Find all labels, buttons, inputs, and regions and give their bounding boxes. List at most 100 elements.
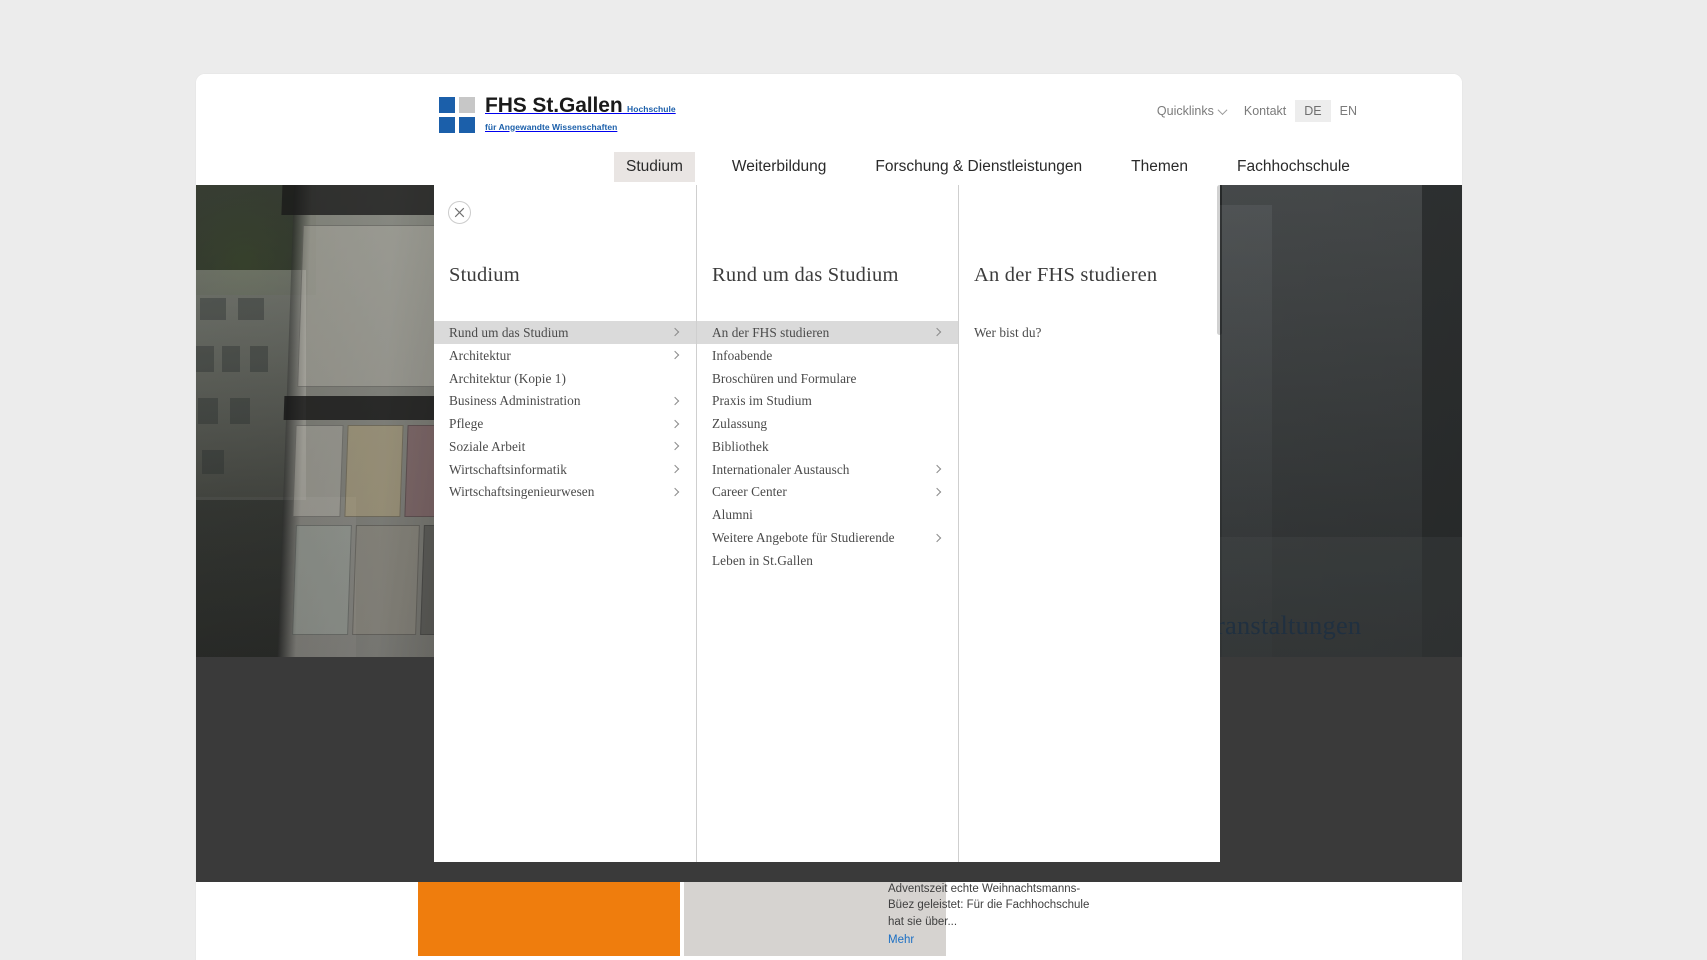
menu-item-label: Wer bist du? [974,324,1042,340]
logo-subtitle-line1: Hochschule [627,104,676,114]
menu-item-career-center[interactable]: Career Center [697,481,958,504]
menu-item-an-der-fhs-studieren[interactable]: An der FHS studieren [697,321,958,344]
menu-item-weitere-angebote-fuer-studierende[interactable]: Weitere Angebote für Studierende [697,526,958,549]
news-more-link[interactable]: Mehr [888,934,914,946]
menu-item-soziale-arbeit[interactable]: Soziale Arbeit [434,435,696,458]
meta-item-kontakt-label: Kontakt [1243,104,1287,118]
logo-square-4 [459,117,475,133]
building-window [198,398,218,424]
language-switch-de-label: DE [1304,104,1322,118]
chevron-placeholder [936,512,942,518]
menu-item-label: Soziale Arbeit [449,438,526,454]
scrollbar-thumb[interactable] [1217,185,1222,335]
chevron-right-icon [932,533,942,542]
menu-item-label: Alumni [712,507,753,523]
chevron-placeholder [936,398,942,404]
menu-item-wirtschaftsinformatik[interactable]: Wirtschaftsinformatik [434,458,696,481]
language-switch-en[interactable]: EN [1331,100,1366,122]
building-window [196,346,214,372]
mega-menu-scrollbar[interactable] [1217,185,1222,862]
menu-item-label: Leben in St.Gallen [712,552,813,568]
logo-square-3 [439,117,455,133]
mega-menu-heading-2: Rund um das Studium [712,264,899,286]
building-window [238,298,264,320]
close-icon[interactable] [448,201,471,224]
mega-menu-overlay: Studium Rund um das Studium Architektur … [434,185,1220,862]
menu-item-infoabende[interactable]: Infoabende [697,344,958,367]
mega-menu-list-1: Rund um das Studium Architektur Architek… [434,321,696,503]
mega-menu-column-2: Rund um das Studium An der FHS studieren… [696,185,958,862]
building-window [230,398,250,424]
menu-item-rund-um-das-studium[interactable]: Rund um das Studium [434,321,696,344]
chevron-placeholder [936,421,942,427]
menu-item-label: Rund um das Studium [449,324,569,340]
menu-item-internationaler-austausch[interactable]: Internationaler Austausch [697,458,958,481]
chevron-down-icon [1217,104,1228,115]
menu-item-bibliothek[interactable]: Bibliothek [697,435,958,458]
nav-item-fachhochschule[interactable]: Fachhochschule [1225,152,1362,182]
chevron-right-icon [670,350,680,360]
menu-item-architektur[interactable]: Architektur [434,344,696,367]
menu-item-business-administration[interactable]: Business Administration [434,389,696,412]
hero-poster [344,425,404,517]
teaser-grid [418,882,946,956]
site-header: FHS St.Gallen Hochschule für Angewandte … [196,74,1462,185]
chevron-right-icon [932,487,942,497]
menu-item-label: Architektur [449,347,511,363]
menu-item-label: Wirtschaftsinformatik [449,461,567,477]
menu-item-label: Praxis im Studium [712,393,812,409]
menu-item-pflege[interactable]: Pflege [434,412,696,435]
chevron-right-icon [670,328,680,337]
chevron-placeholder [936,557,942,563]
close-icon-glyph [454,207,465,218]
browser-window: FHS St.Gallen Hochschule für Angewandte … [196,74,1462,960]
menu-item-label: An der FHS studieren [712,324,830,340]
menu-item-wirtschaftsingenieurwesen[interactable]: Wirtschaftsingenieurwesen [434,481,696,504]
building-window [222,346,240,372]
language-switch-en-label: EN [1339,104,1357,118]
nav-item-weiterbildung[interactable]: Weiterbildung [720,152,839,182]
nav-item-studium[interactable]: Studium [614,152,695,182]
logo-square-1 [439,97,455,113]
menu-item-label: Weitere Angebote für Studierende [712,530,895,546]
hero-poster [352,525,420,635]
menu-item-architektur-kopie-1[interactable]: Architektur (Kopie 1) [434,367,696,390]
chevron-placeholder [936,443,942,449]
menu-item-leben-in-st-gallen[interactable]: Leben in St.Gallen [697,549,958,572]
hero-poster [292,425,344,517]
site-logo[interactable]: FHS St.Gallen Hochschule für Angewandte … [439,94,676,135]
menu-item-label: Architektur (Kopie 1) [449,370,566,386]
menu-item-label: Bibliothek [712,438,769,454]
chevron-placeholder [936,352,942,358]
logo-title: FHS St.Gallen [485,94,623,117]
hero-poster [292,525,352,635]
teaser-card-orange[interactable] [418,882,680,956]
mega-menu-heading-3: An der FHS studieren [974,264,1158,286]
building-window [250,346,268,372]
language-switch-de[interactable]: DE [1295,100,1331,122]
chevron-right-icon [670,442,680,451]
menu-item-wer-bist-du[interactable]: Wer bist du? [959,321,1220,344]
nav-item-forschung-dienstleistungen[interactable]: Forschung & Dienstleistungen [863,152,1094,182]
meta-item-kontakt[interactable]: Kontakt [1235,100,1295,122]
chevron-right-icon [670,396,680,406]
menu-item-label: Career Center [712,484,787,500]
building-window [200,298,226,320]
chevron-right-icon [932,464,942,474]
nav-item-themen[interactable]: Themen [1119,152,1200,182]
menu-item-zulassung[interactable]: Zulassung [697,412,958,435]
mega-menu-list-2: An der FHS studieren Infoabende Broschür… [697,321,958,572]
menu-item-label: Infoabende [712,347,773,363]
building-window [202,450,224,474]
chevron-placeholder [1198,329,1204,335]
menu-item-praxis-im-studium[interactable]: Praxis im Studium [697,389,958,412]
menu-item-label: Pflege [449,416,484,432]
main-navigation: Studium Weiterbildung Forschung & Dienst… [614,152,1387,182]
mega-menu-column-3: An der FHS studieren Wer bist du? [958,185,1220,862]
logo-square-2 [459,97,475,113]
menu-item-alumni[interactable]: Alumni [697,503,958,526]
meta-item-quicklinks[interactable]: Quicklinks [1148,100,1235,122]
chevron-right-icon [932,328,942,337]
menu-item-broschueren-und-formulare[interactable]: Broschüren und Formulare [697,367,958,390]
desktop-backdrop: FHS St.Gallen Hochschule für Angewandte … [0,0,1707,960]
